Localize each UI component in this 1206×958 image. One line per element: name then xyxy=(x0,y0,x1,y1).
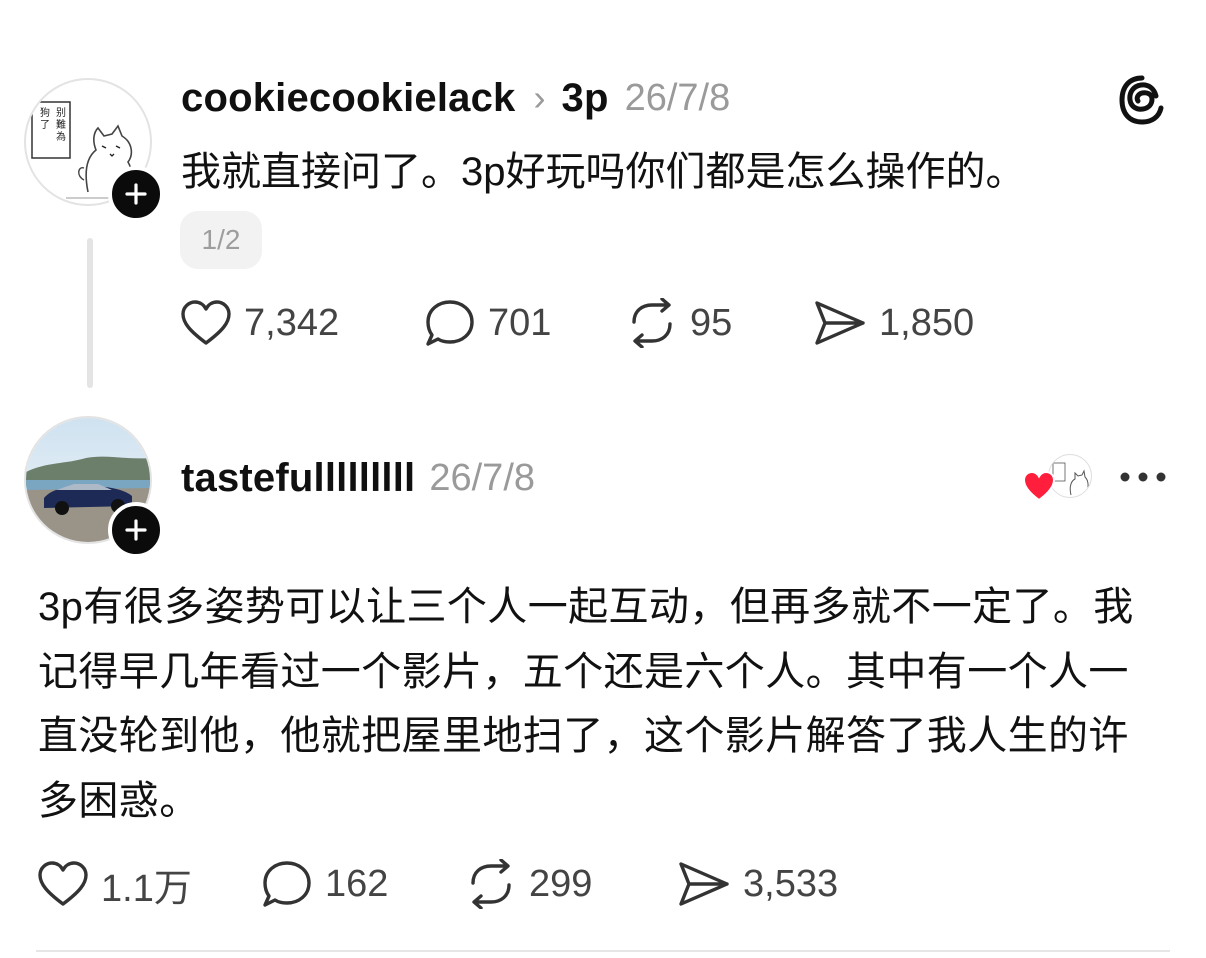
svg-text:了: 了 xyxy=(40,119,50,131)
comment-bubble-icon xyxy=(426,300,474,346)
post1-body: 我就直接问了。3p好玩吗你们都是怎么操作的。 xyxy=(181,150,1026,194)
post2-share-button[interactable]: 3,533 xyxy=(677,858,838,910)
post2-like-button[interactable]: 1.1万 xyxy=(37,858,192,910)
liked-by-author-indicator xyxy=(1022,452,1094,504)
plus-icon xyxy=(125,183,147,205)
svg-text:難: 難 xyxy=(56,118,66,131)
post2-date: 26/7/8 xyxy=(429,456,536,499)
comment-bubble-icon xyxy=(263,861,311,907)
post1-share-count: 1,850 xyxy=(879,301,975,344)
post1-topic-tag[interactable]: 3p xyxy=(562,76,609,121)
post2-follow-button[interactable] xyxy=(108,502,164,558)
post1-comment-button[interactable]: 701 xyxy=(424,297,551,349)
more-options-icon[interactable] xyxy=(1118,468,1168,486)
post1-date: 26/7/8 xyxy=(624,76,731,119)
repost-icon xyxy=(632,298,672,348)
send-icon xyxy=(815,301,865,345)
repost-icon xyxy=(471,859,511,909)
svg-text:為: 為 xyxy=(56,130,66,143)
heart-icon xyxy=(181,300,231,345)
post1-follow-button[interactable] xyxy=(108,166,164,222)
post2-repost-button[interactable]: 299 xyxy=(465,858,592,910)
thread-connector-line xyxy=(87,238,93,388)
post1-like-button[interactable]: 7,342 xyxy=(180,297,339,349)
post-divider xyxy=(36,950,1170,952)
post2-comment-count: 162 xyxy=(325,862,389,905)
red-heart-icon xyxy=(1022,470,1056,502)
post2-share-count: 3,533 xyxy=(743,862,839,905)
post1-like-count: 7,342 xyxy=(244,301,340,344)
plus-icon xyxy=(125,519,147,541)
post2-username[interactable]: tastefulllllllll xyxy=(181,456,415,501)
post2-header: tastefulllllllll 26/7/8 xyxy=(181,452,535,504)
post1-page-indicator[interactable]: 1/2 xyxy=(180,211,262,269)
post1-repost-button[interactable]: 95 xyxy=(626,297,732,349)
send-icon xyxy=(679,862,729,906)
post2-repost-count: 299 xyxy=(529,862,593,905)
post1-header: cookiecookielack › 3p 26/7/8 xyxy=(181,72,730,124)
post1-share-button[interactable]: 1,850 xyxy=(813,297,974,349)
post1-repost-count: 95 xyxy=(690,301,733,344)
post1-username[interactable]: cookiecookielack xyxy=(181,76,516,121)
post1-comment-count: 701 xyxy=(488,301,552,344)
chevron-right-icon: › xyxy=(533,77,546,118)
post2-body: 3p有很多姿势可以让三个人一起互动，但再多就不一定了。我记得早几年看过一个影片，… xyxy=(38,585,1134,823)
svg-text:别: 别 xyxy=(56,107,66,119)
svg-text:狗: 狗 xyxy=(40,106,50,119)
heart-icon xyxy=(38,861,88,906)
post2-like-count: 1.1万 xyxy=(101,867,192,910)
threads-logo-icon[interactable] xyxy=(1116,74,1168,126)
post2-comment-button[interactable]: 162 xyxy=(261,858,388,910)
